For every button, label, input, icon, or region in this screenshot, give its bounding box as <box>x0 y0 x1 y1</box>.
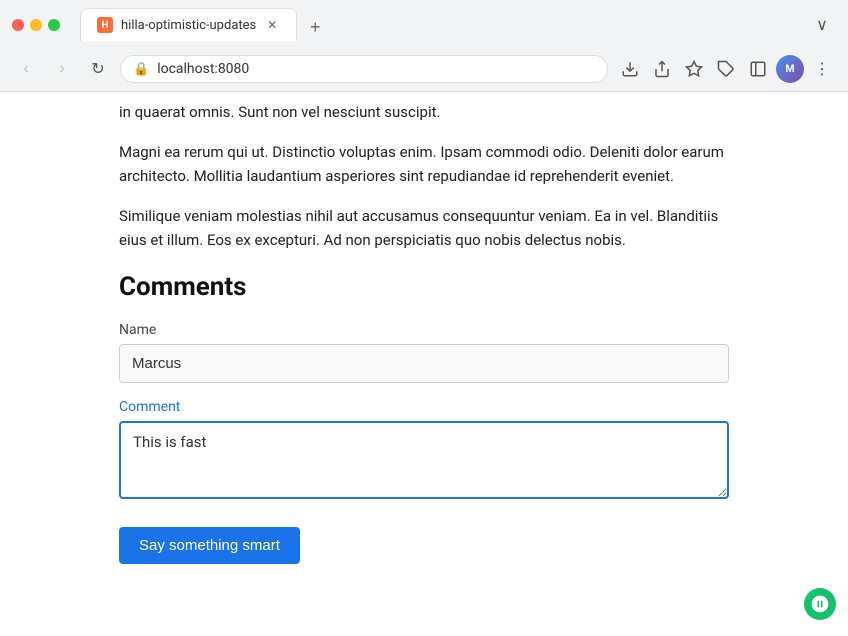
refresh-button[interactable]: ↻ <box>84 55 112 83</box>
bookmark-button[interactable] <box>680 55 708 83</box>
profile-button[interactable]: M <box>776 55 804 83</box>
name-input[interactable] <box>119 344 729 383</box>
grammarly-extension-icon[interactable] <box>804 588 836 620</box>
comments-section: Comments Name Comment This is fast Say s… <box>119 272 729 564</box>
page-content: in quaerat omnis. Sunt non vel nesciunt … <box>0 92 848 636</box>
share-button[interactable] <box>648 55 676 83</box>
tab-favicon: H <box>97 17 113 33</box>
new-tab-button[interactable]: + <box>301 13 329 41</box>
bookmark-icon <box>685 60 703 78</box>
toolbar-actions: M ⋮ <box>616 55 836 83</box>
back-button[interactable]: ‹ <box>12 55 40 83</box>
forward-button[interactable]: › <box>48 55 76 83</box>
lock-icon: 🔒 <box>133 62 149 77</box>
puzzle-icon <box>717 60 735 78</box>
tab-bar: H hilla-optimistic-updates ✕ + <box>68 8 341 41</box>
browser-chrome: H hilla-optimistic-updates ✕ + ∨ ‹ › ↻ 🔒… <box>0 0 848 92</box>
title-bar: H hilla-optimistic-updates ✕ + ∨ <box>0 0 848 49</box>
tab-title: hilla-optimistic-updates <box>121 18 256 33</box>
window-controls <box>12 19 60 31</box>
chevron-down-button[interactable]: ∨ <box>808 11 836 39</box>
comment-input[interactable]: This is fast <box>119 421 729 499</box>
address-bar-row: ‹ › ↻ 🔒 localhost:8080 <box>0 49 848 91</box>
article-text: in quaerat omnis. Sunt non vel nesciunt … <box>119 92 729 252</box>
sidebar-icon <box>749 60 767 78</box>
tab-close-button[interactable]: ✕ <box>264 17 280 33</box>
comments-heading: Comments <box>119 272 729 302</box>
menu-button[interactable]: ⋮ <box>808 55 836 83</box>
grammarly-logo <box>810 594 830 614</box>
article-paragraph-2: Magni ea rerum qui ut. Distinctio volupt… <box>119 140 729 188</box>
maximize-window-button[interactable] <box>48 19 60 31</box>
minimize-window-button[interactable] <box>30 19 42 31</box>
article-paragraph-1: in quaerat omnis. Sunt non vel nesciunt … <box>119 100 729 124</box>
name-label: Name <box>119 322 729 338</box>
close-window-button[interactable] <box>12 19 24 31</box>
article-paragraph-3: Similique veniam molestias nihil aut acc… <box>119 204 729 252</box>
submit-button[interactable]: Say something smart <box>119 527 300 564</box>
sidebar-button[interactable] <box>744 55 772 83</box>
comment-label: Comment <box>119 399 729 415</box>
url-text: localhost:8080 <box>157 61 595 77</box>
comment-field-group: Comment This is fast <box>119 399 729 503</box>
extensions-button[interactable] <box>712 55 740 83</box>
name-field-group: Name <box>119 322 729 383</box>
address-bar[interactable]: 🔒 localhost:8080 <box>120 55 608 83</box>
share-icon <box>653 60 671 78</box>
download-icon <box>621 60 639 78</box>
active-tab[interactable]: H hilla-optimistic-updates ✕ <box>80 8 297 41</box>
download-button[interactable] <box>616 55 644 83</box>
